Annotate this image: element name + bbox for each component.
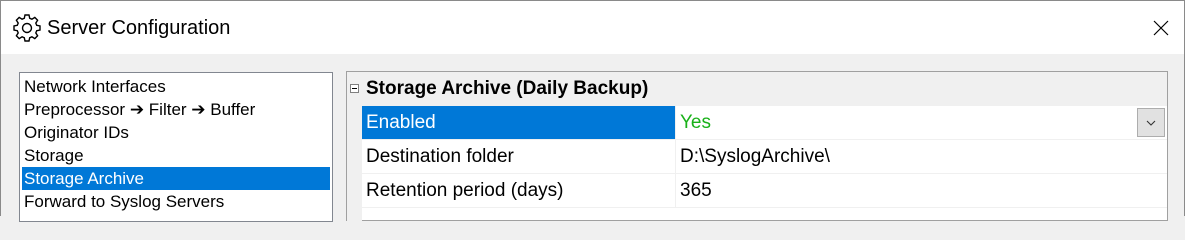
property-value[interactable]: 365: [678, 174, 1167, 207]
dropdown-button[interactable]: [1137, 108, 1165, 137]
nav-item-network-interfaces[interactable]: Network Interfaces: [22, 75, 330, 98]
property-row-retention-period[interactable]: Retention period (days) 365: [362, 174, 1167, 208]
property-value[interactable]: Yes: [678, 106, 1167, 139]
nav-item-label: Network Interfaces: [24, 77, 166, 96]
nav-item-label: Preprocessor ➔ Filter ➔ Buffer: [24, 100, 256, 119]
property-value-text: Yes: [680, 112, 711, 133]
property-row-destination-folder[interactable]: Destination folder D:\SyslogArchive\: [362, 140, 1167, 174]
property-row-enabled[interactable]: Enabled Yes: [362, 106, 1167, 140]
nav-item-label: Originator IDs: [24, 123, 129, 142]
property-name: Destination folder: [362, 140, 676, 173]
nav-item-storage-archive[interactable]: Storage Archive: [22, 167, 330, 190]
nav-item-label: Storage: [24, 146, 84, 165]
nav-item-storage[interactable]: Storage: [22, 144, 330, 167]
property-grid[interactable]: Storage Archive (Daily Backup) Enabled Y…: [346, 71, 1168, 222]
category-header[interactable]: Storage Archive (Daily Backup): [347, 72, 1167, 106]
nav-item-originator-ids[interactable]: Originator IDs: [22, 121, 330, 144]
window-title: Server Configuration: [47, 17, 231, 39]
property-name: Enabled: [362, 106, 676, 139]
nav-item-label: Forward to Syslog Servers: [24, 192, 225, 211]
property-name: Retention period (days): [362, 174, 676, 207]
property-value[interactable]: D:\SyslogArchive\: [678, 140, 1167, 173]
close-icon: [1153, 20, 1169, 36]
nav-item-preprocessor[interactable]: Preprocessor ➔ Filter ➔ Buffer: [22, 98, 330, 121]
nav-item-label: Storage Archive: [24, 169, 145, 188]
nav-item-forward-syslog[interactable]: Forward to Syslog Servers: [22, 190, 330, 213]
gear-icon: [13, 14, 41, 42]
dialog-content: Network Interfaces Preprocessor ➔ Filter…: [0, 54, 1185, 222]
grid-gutter: [347, 106, 362, 222]
close-button[interactable]: [1138, 1, 1184, 55]
title-bar: Server Configuration: [0, 0, 1185, 54]
category-title: Storage Archive (Daily Backup): [366, 78, 649, 99]
settings-nav-list[interactable]: Network Interfaces Preprocessor ➔ Filter…: [19, 72, 333, 222]
chevron-down-icon: [1146, 120, 1156, 126]
collapse-minus-icon[interactable]: [350, 84, 359, 93]
